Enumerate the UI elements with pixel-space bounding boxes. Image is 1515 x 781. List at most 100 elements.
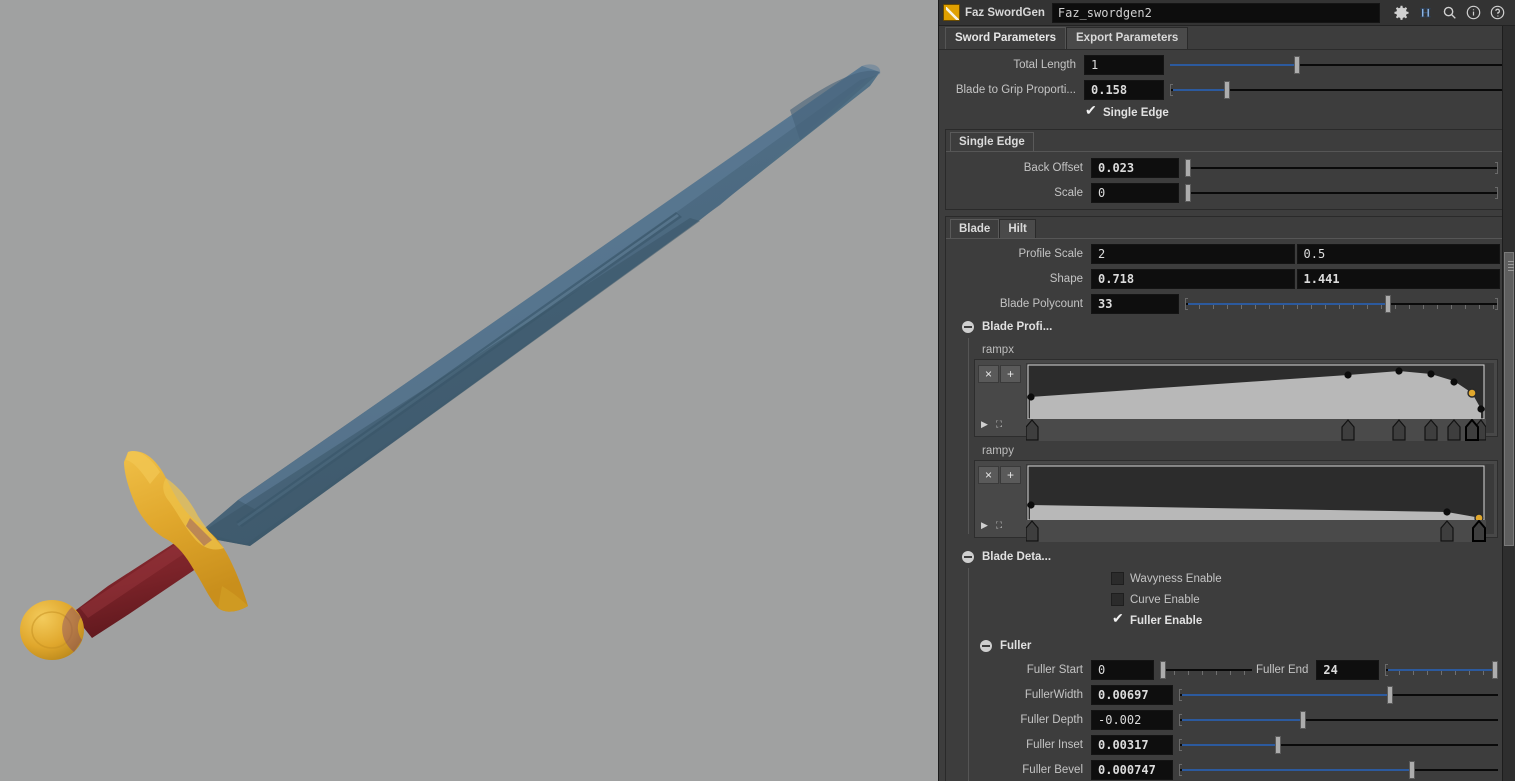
label-fuller-bevel: Fuller Bevel	[1022, 763, 1083, 776]
ramp-editor-rampy[interactable]: × + ▶ ⛶	[974, 460, 1498, 542]
viewport-3d[interactable]	[0, 0, 938, 781]
label-fuller-depth: Fuller Depth	[1020, 713, 1083, 726]
slider-fuller-width[interactable]	[1179, 685, 1498, 705]
tab-single-edge[interactable]: Single Edge	[950, 132, 1034, 151]
play-icon[interactable]: ▶	[981, 520, 988, 531]
rampx-canvas[interactable]	[1026, 363, 1494, 441]
expand-icon[interactable]: ⛶	[996, 520, 1002, 531]
input-fuller-end[interactable]: 24	[1316, 659, 1380, 680]
checkbox-row-curve[interactable]: Curve Enable	[946, 589, 1508, 610]
blade-tab-row: Blade Hilt	[946, 217, 1508, 238]
checkbox-row-single-edge[interactable]: Single Edge	[939, 102, 1515, 123]
param-row-fuller-bevel: Fuller Bevel 0.000747	[964, 757, 1508, 781]
checkbox-curve-enable[interactable]	[1111, 593, 1124, 606]
label-back-offset: Back Offset	[1023, 161, 1083, 174]
label-curve-enable: Curve Enable	[1130, 593, 1200, 606]
input-total-length[interactable]: 1	[1084, 54, 1164, 75]
param-row-fuller-width: FullerWidth 0.00697	[964, 682, 1508, 707]
slider-back-offset[interactable]	[1185, 158, 1498, 178]
slider-fuller-depth[interactable]	[1179, 710, 1498, 730]
gear-icon[interactable]	[1393, 5, 1409, 21]
label-blade-details: Blade Deta...	[982, 551, 1052, 563]
collapse-blade-details[interactable]: Blade Deta...	[946, 546, 1508, 568]
input-blade-to-grip[interactable]: 0.158	[1084, 79, 1164, 100]
expand-icon[interactable]: ⛶	[996, 419, 1002, 430]
ramp-rampx: rampx × + ▶ ⛶	[946, 338, 1508, 441]
input-fuller-bevel[interactable]: 0.000747	[1091, 759, 1173, 780]
search-icon[interactable]	[1441, 5, 1457, 21]
slider-fuller-end[interactable]	[1385, 660, 1498, 680]
label-fuller-width: FullerWidth	[1024, 688, 1083, 701]
sword-model	[20, 64, 881, 660]
input-fuller-start[interactable]: 0	[1091, 659, 1154, 680]
label-blade-profile: Blade Profi...	[982, 321, 1053, 333]
label-scale: Scale	[1054, 186, 1083, 199]
checkbox-single-edge[interactable]	[1084, 103, 1097, 119]
tab-sword-parameters[interactable]: Sword Parameters	[945, 27, 1066, 49]
rampx-tools: × + ▶ ⛶	[978, 363, 1026, 433]
input-blade-polycount[interactable]: 33	[1091, 293, 1179, 314]
parameter-scroll-area: Total Length 1 Blade to Grip Proporti...…	[939, 50, 1515, 781]
scrollbar-thumb[interactable]	[1504, 252, 1514, 546]
ramp-rampy: rampy × + ▶ ⛶	[946, 439, 1508, 542]
panel-titlebar: Faz SwordGen Faz_swordgen2 H	[939, 0, 1515, 26]
input-fuller-width[interactable]: 0.00697	[1091, 684, 1173, 705]
param-row-back-offset: Back Offset 0.023	[946, 155, 1508, 180]
collapse-fuller[interactable]: Fuller	[946, 635, 1508, 657]
collapse-blade-profile[interactable]: Blade Profi...	[946, 316, 1508, 338]
slider-total-length[interactable]	[1170, 55, 1505, 75]
tab-export-parameters[interactable]: Export Parameters	[1066, 27, 1189, 49]
minus-circle-icon[interactable]	[980, 640, 992, 652]
node-path-field[interactable]: Faz_swordgen2	[1051, 2, 1380, 23]
label-single-edge: Single Edge	[1103, 106, 1169, 119]
delete-point-icon[interactable]: ×	[978, 365, 999, 383]
minus-circle-icon[interactable]	[962, 321, 974, 333]
input-fuller-inset[interactable]: 0.00317	[1091, 734, 1173, 755]
play-icon[interactable]: ▶	[981, 419, 988, 430]
param-row-profile-scale: Profile Scale 2 0.5	[946, 241, 1508, 266]
help-icon[interactable]	[1489, 5, 1505, 21]
main-tab-row: Sword Parameters Export Parameters	[939, 26, 1515, 50]
checkbox-fuller-enable[interactable]	[1111, 611, 1124, 627]
input-back-offset[interactable]: 0.023	[1091, 157, 1179, 178]
input-profile-scale-2[interactable]: 0.5	[1296, 243, 1500, 264]
input-scale[interactable]: 0	[1091, 182, 1179, 203]
parameter-panel: Faz SwordGen Faz_swordgen2 H Sword Param…	[938, 0, 1515, 781]
param-row-total-length: Total Length 1	[939, 52, 1515, 77]
checkbox-wavyness-enable[interactable]	[1111, 572, 1124, 585]
slider-blade-polycount[interactable]	[1185, 294, 1498, 314]
param-row-scale: Scale 0	[946, 180, 1508, 205]
input-profile-scale-1[interactable]: 2	[1091, 243, 1295, 264]
slider-scale[interactable]	[1185, 183, 1498, 203]
label-profile-scale: Profile Scale	[1018, 247, 1083, 260]
panel-scrollbar[interactable]	[1502, 26, 1515, 781]
tab-hilt[interactable]: Hilt	[999, 219, 1036, 238]
tab-blade[interactable]: Blade	[950, 219, 1000, 238]
param-row-blade-to-grip: Blade to Grip Proporti... 0.158	[939, 77, 1515, 102]
checkbox-row-wavyness[interactable]: Wavyness Enable	[946, 568, 1508, 589]
checkbox-row-fuller[interactable]: Fuller Enable	[946, 610, 1508, 631]
group-blade: Blade Hilt Profile Scale 2 0.5 Shape 0.7…	[945, 216, 1509, 781]
add-point-icon[interactable]: +	[1000, 365, 1021, 383]
delete-point-icon[interactable]: ×	[978, 466, 999, 484]
houdini-h-icon[interactable]: H	[1417, 5, 1433, 21]
slider-fuller-inset[interactable]	[1179, 735, 1498, 755]
rampy-canvas[interactable]	[1026, 464, 1494, 542]
input-shape-2[interactable]: 1.441	[1296, 268, 1500, 289]
ramp-editor-rampx[interactable]: × + ▶ ⛶	[974, 359, 1498, 441]
minus-circle-icon[interactable]	[962, 551, 974, 563]
node-path-value: Faz_swordgen2	[1057, 5, 1152, 20]
slider-blade-to-grip[interactable]	[1170, 80, 1505, 100]
input-shape-1[interactable]: 0.718	[1091, 268, 1295, 289]
input-fuller-depth[interactable]: -0.002	[1091, 709, 1173, 730]
add-point-icon[interactable]: +	[1000, 466, 1021, 484]
label-fuller-enable: Fuller Enable	[1130, 614, 1203, 627]
param-row-fuller-start-end: Fuller Start 0 Fuller End 24	[964, 657, 1508, 682]
slider-fuller-start[interactable]	[1160, 660, 1252, 680]
slider-fuller-bevel[interactable]	[1179, 760, 1498, 780]
label-blade-polycount: Blade Polycount	[999, 297, 1083, 310]
param-row-fuller-inset: Fuller Inset 0.00317	[964, 732, 1508, 757]
info-icon[interactable]	[1465, 5, 1481, 21]
sword-icon	[943, 4, 960, 21]
label-rampy: rampy	[982, 445, 1014, 457]
